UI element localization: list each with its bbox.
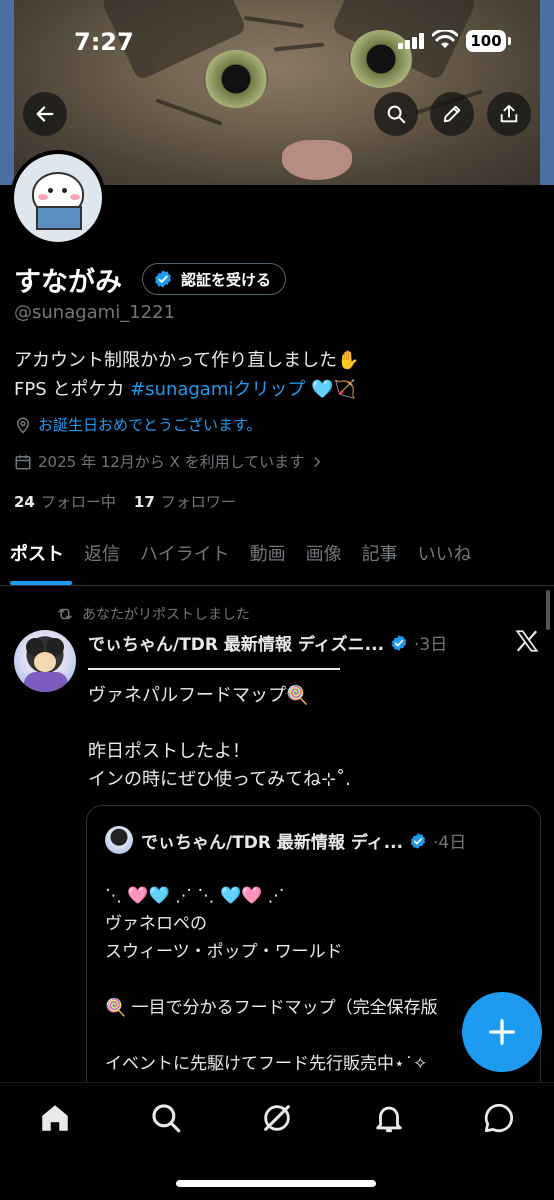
search-icon <box>387 105 406 124</box>
following-label: フォロー中 <box>40 493 116 511</box>
following-count: 24 <box>14 493 35 511</box>
bio-text: FPS とポケカ <box>14 379 131 400</box>
share-icon <box>500 104 518 123</box>
home-indicator <box>176 1180 376 1187</box>
search-icon[interactable] <box>149 1101 183 1135</box>
post-time: ·3日 <box>414 635 448 655</box>
compose-button[interactable] <box>462 992 542 1072</box>
home-icon[interactable] <box>38 1101 72 1135</box>
get-verified-button[interactable]: 認証を受ける <box>142 263 287 295</box>
followers-count: 17 <box>133 493 155 511</box>
tab-images[interactable]: 画像 <box>296 530 352 586</box>
grok-icon[interactable] <box>260 1101 294 1135</box>
avatar-image <box>14 154 102 242</box>
bio-hashtag-link[interactable]: #sunagamiクリップ <box>130 379 305 400</box>
get-verified-label: 認証を受ける <box>181 270 272 289</box>
back-button[interactable] <box>23 92 67 136</box>
edit-button[interactable] <box>430 92 474 136</box>
signal-icon <box>398 33 426 49</box>
pencil-icon <box>443 105 461 123</box>
joined-row[interactable]: 2025 年 12月から X を利用しています <box>14 451 324 472</box>
wifi-icon <box>432 30 458 48</box>
follow-stats: 24 フォロー中 17 フォロワー <box>14 491 236 512</box>
post-author-name[interactable]: でぃちゃん/TDR 最新情報 ディズニ... <box>88 630 384 655</box>
quoted-post-time: ·4日 <box>433 833 467 853</box>
verified-badge-icon <box>155 270 171 288</box>
profile-handle: @sunagami_1221 <box>14 302 176 323</box>
profile-tabs: ポスト 返信 ハイライト 動画 画像 記事 いいね <box>0 530 554 586</box>
birthday-row[interactable]: お誕生日おめでとうございます。 <box>14 414 262 435</box>
x-logo-icon[interactable] <box>514 628 540 654</box>
following-link[interactable]: 24 フォロー中 <box>14 491 116 512</box>
tab-videos[interactable]: 動画 <box>240 530 296 586</box>
bio-line-1: アカウント制限かかって作り直しました✋ <box>14 350 360 371</box>
status-time: 7:27 <box>74 28 134 56</box>
profile-name: すながみ <box>14 267 122 298</box>
post-text: ヴァネパルフードマップ🍭 昨日ポストしたよ！ インの時にぜひ使ってみてね⊹˚. <box>88 685 351 790</box>
repost-text: あなたがリポストしました <box>82 607 250 623</box>
bell-icon[interactable] <box>372 1101 406 1135</box>
profile-bio: アカウント制限かかって作り直しました✋ FPS とポケカ #sunagamiクリ… <box>14 346 360 404</box>
back-arrow-icon <box>36 106 54 122</box>
plus-icon <box>489 1019 515 1045</box>
location-pin-icon <box>16 417 30 434</box>
followers-label: フォロワー <box>160 493 236 511</box>
profile-avatar[interactable] <box>10 150 106 246</box>
tab-highlights[interactable]: ハイライト <box>130 530 240 586</box>
post-author-avatar[interactable] <box>14 630 76 692</box>
quoted-author-name: でぃちゃん/TDR 最新情報 ディ... <box>141 833 404 853</box>
verified-badge-icon <box>410 832 426 849</box>
post-divider-line <box>88 668 340 670</box>
followers-link[interactable]: 17 フォロワー <box>134 491 236 512</box>
quoted-author-avatar <box>105 826 133 854</box>
bio-line-2: FPS とポケカ #sunagamiクリップ 🩵🏹 <box>14 375 360 404</box>
bio-emoji: 🩵🏹 <box>305 379 356 400</box>
battery-indicator: 100 <box>466 30 511 52</box>
quoted-post-text: ⋱ 🩷🩵 ⋰ ⋱ 🩵🩷 ⋰ ヴァネロペの スウィーツ・ポップ・ワールド 🍭 一目… <box>105 886 438 1102</box>
search-button[interactable] <box>374 92 418 136</box>
tab-likes[interactable]: いいね <box>408 530 482 586</box>
tab-articles[interactable]: 記事 <box>352 530 408 586</box>
repost-icon <box>58 608 72 620</box>
scrollbar[interactable] <box>546 590 550 630</box>
post-header[interactable]: でぃちゃん/TDR 最新情報 ディズニ... ·3日 <box>88 630 447 655</box>
status-bar: 7:27 100 <box>0 0 554 80</box>
tab-replies[interactable]: 返信 <box>74 530 130 586</box>
tab-posts[interactable]: ポスト <box>0 530 74 586</box>
verified-badge-icon <box>391 634 407 651</box>
messages-icon[interactable] <box>482 1101 516 1135</box>
chevron-right-icon <box>314 456 321 467</box>
calendar-icon <box>15 454 31 469</box>
share-button[interactable] <box>487 92 531 136</box>
quoted-post-header: でぃちゃん/TDR 最新情報 ディ... ·4日 <box>141 828 466 853</box>
joined-text: 2025 年 12月から X を利用しています <box>38 453 305 471</box>
repost-indicator: あなたがリポストしました <box>56 604 250 624</box>
birthday-text[interactable]: お誕生日おめでとうございます。 <box>38 414 262 435</box>
